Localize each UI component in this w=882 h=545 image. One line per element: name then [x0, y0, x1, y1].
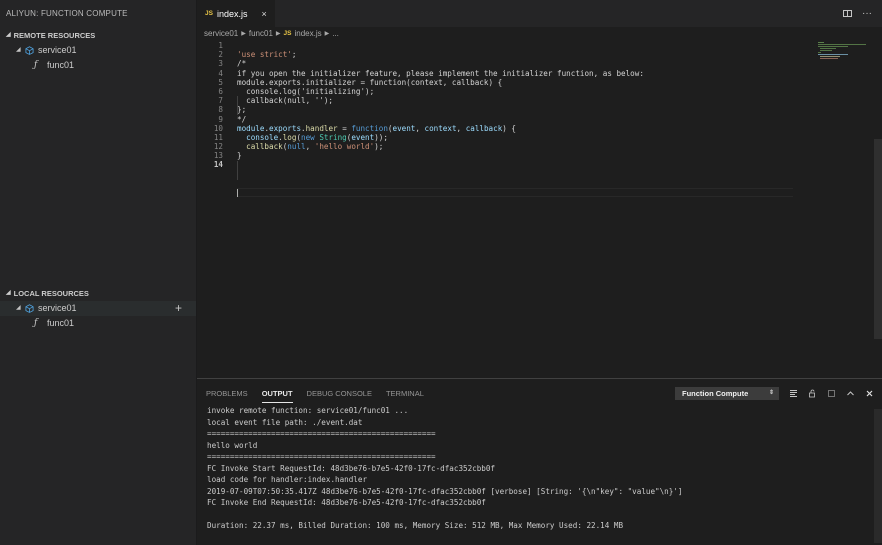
current-line-highlight: [237, 188, 793, 198]
remote-service-label: service01: [38, 45, 77, 55]
chevron-up-icon[interactable]: [846, 389, 855, 398]
output-line: load code for handler:index.handler: [207, 475, 368, 484]
remote-resources-header[interactable]: ◢ REMOTE RESOURCES: [0, 28, 196, 43]
code-line: 1: [218, 41, 223, 50]
output-line: ========================================…: [207, 452, 436, 461]
remote-resources-label: REMOTE RESOURCES: [13, 31, 96, 40]
chevron-down-icon[interactable]: ◢: [16, 43, 25, 58]
local-function-item[interactable]: ƒ func01: [0, 316, 196, 331]
chevron-down-icon[interactable]: ◢: [16, 301, 25, 316]
code-line: 8};: [218, 105, 247, 115]
local-resources-header[interactable]: ◢ LOCAL RESOURCES: [0, 286, 196, 301]
javascript-file-icon: JS: [283, 30, 292, 37]
panel-actions: Function Compute ⇕: [675, 379, 874, 408]
indent-guide: [237, 96, 238, 115]
output-line: ========================================…: [207, 429, 436, 438]
function-icon: ƒ: [34, 318, 38, 328]
close-icon[interactable]: ×: [261, 9, 266, 19]
output-channel-select[interactable]: Function Compute ⇕: [675, 387, 779, 400]
function-icon: ƒ: [34, 60, 38, 70]
editor-scrollbar-thumb[interactable]: [874, 139, 882, 339]
tab-debug-console[interactable]: DEBUG CONSOLE: [307, 379, 372, 408]
code-line-current: 14: [213, 160, 223, 170]
indent-guide: [237, 161, 238, 180]
remote-function-item[interactable]: ƒ func01: [0, 58, 196, 73]
chevron-right-icon: ▶: [324, 31, 330, 37]
code-line: 5 module.exports.initializer = function(c…: [218, 77, 503, 87]
panel-tab-bar: PROBLEMS OUTPUT DEBUG CONSOLE TERMINAL F…: [197, 379, 882, 408]
code-line: 9 */: [218, 114, 247, 124]
editor-actions: ···: [843, 0, 872, 27]
code-line: 3/*: [218, 59, 247, 69]
close-panel-icon[interactable]: [865, 389, 874, 398]
output-line: FC Invoke End RequestId: 48d3be76-b7e5-4…: [207, 498, 486, 507]
add-icon[interactable]: +: [175, 301, 182, 316]
sidebar: ALIYUN: FUNCTION COMPUTE ◢ REMOTE RESOUR…: [0, 0, 197, 545]
output-line: FC Invoke Start RequestId: 48d3be76-b7e5…: [207, 463, 496, 473]
local-resources-label: LOCAL RESOURCES: [13, 289, 89, 298]
tab-output[interactable]: OUTPUT: [262, 379, 293, 408]
local-function-label: func01: [47, 318, 75, 328]
breadcrumb: service01 ▶ func01 ▶ JS index.js ▶ ...: [197, 27, 339, 41]
service-cube-icon: [25, 304, 34, 313]
javascript-file-icon: JS: [205, 10, 213, 17]
select-arrows-icon: ⇕: [768, 390, 774, 396]
chevron-right-icon: ▶: [241, 31, 246, 37]
local-service-item[interactable]: ◢ service01 +: [0, 301, 196, 316]
breadcrumb-item-file[interactable]: index.js: [294, 27, 321, 41]
code-line: 10 module.exports.handler = function(even…: [213, 123, 516, 133]
code-line: 4 if you open the initializer feature, pl…: [218, 68, 644, 78]
breadcrumb-item-function[interactable]: func01: [249, 27, 273, 41]
code-editor[interactable]: 1 2'use strict'; 3/* 4 if you open the in…: [197, 41, 882, 378]
local-resources-section: ◢ LOCAL RESOURCES ◢ service01 + ƒ func01: [0, 286, 196, 331]
text-cursor: [237, 189, 238, 197]
clear-output-icon[interactable]: [789, 389, 798, 398]
more-actions-icon[interactable]: ···: [862, 8, 872, 19]
remote-service-item[interactable]: ◢ service01: [0, 43, 196, 58]
code-line: 13}: [213, 151, 242, 161]
output-line: hello world: [207, 440, 258, 450]
remote-function-label: func01: [47, 60, 75, 70]
code-line: 11 console.log(new String(event));: [213, 132, 388, 142]
minimap[interactable]: [818, 41, 874, 81]
code-line: 2'use strict';: [218, 50, 297, 60]
output-line: Duration: 22.37 ms, Billed Duration: 100…: [207, 521, 624, 530]
editor-tab-bar: JS index.js × ···: [197, 0, 882, 27]
code-line: 6 console.log('initializing');: [218, 86, 375, 96]
chevron-down-icon: ◢: [6, 290, 11, 296]
maximize-panel-icon[interactable]: [827, 389, 836, 398]
output-line: local event file path: ./event.dat: [207, 417, 363, 427]
sidebar-title: ALIYUN: FUNCTION COMPUTE: [6, 9, 128, 18]
breadcrumb-item-more[interactable]: ...: [332, 27, 339, 41]
chevron-right-icon: ▶: [275, 31, 281, 37]
bottom-panel: PROBLEMS OUTPUT DEBUG CONSOLE TERMINAL F…: [197, 378, 882, 545]
chevron-down-icon: ◢: [6, 32, 11, 38]
output-log[interactable]: invoke remote function: service01/func01…: [197, 405, 882, 532]
tab-filename: index.js: [216, 8, 248, 19]
output-channel-value: Function Compute: [682, 389, 749, 398]
breadcrumb-item-service[interactable]: service01: [204, 27, 238, 41]
local-service-label: service01: [38, 303, 77, 313]
lock-scroll-icon[interactable]: [808, 389, 817, 398]
output-line: 2019-07-09T07:50:35.417Z 48d3be76-b7e5-4…: [207, 486, 683, 496]
tab-problems[interactable]: PROBLEMS: [206, 379, 248, 408]
code-line: 12 callback(null, 'hello world');: [213, 142, 384, 152]
code-line: 7 callback(null, '');: [218, 96, 334, 106]
output-scrollbar[interactable]: [874, 409, 882, 543]
split-editor-icon[interactable]: [843, 10, 852, 17]
tab-index-js[interactable]: JS index.js ×: [197, 0, 275, 27]
tab-terminal[interactable]: TERMINAL: [386, 379, 424, 408]
service-cube-icon: [25, 46, 34, 55]
